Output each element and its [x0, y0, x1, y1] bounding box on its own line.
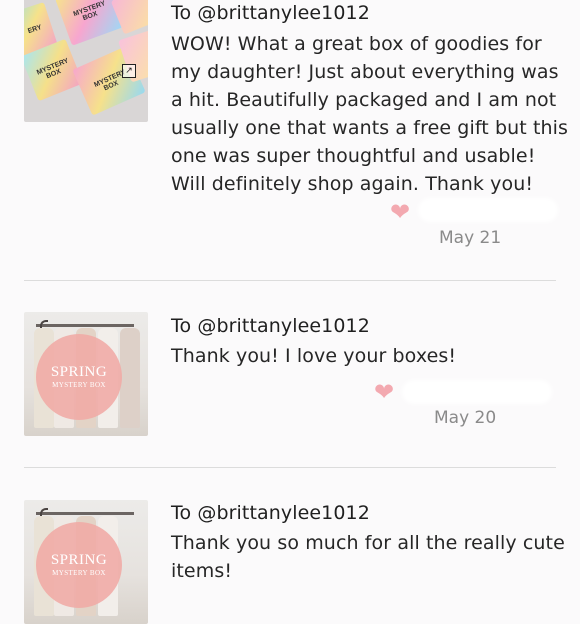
redacted-username: [418, 198, 558, 222]
review-message: Thank you so much for all the really cut…: [171, 532, 565, 582]
badge-subtitle: MYSTERY BOX: [52, 569, 106, 577]
redacted-username: [402, 380, 552, 404]
review-message: Thank you! I love your boxes!: [171, 345, 457, 367]
review-date: May 21: [439, 228, 502, 248]
badge-subtitle: MYSTERY BOX: [52, 381, 106, 389]
clothing-rack: [36, 512, 134, 515]
review-recipient[interactable]: To @brittanylee1012: [171, 502, 370, 524]
clothing-item: [120, 328, 140, 428]
divider: [24, 467, 556, 468]
review-thumbnail[interactable]: SPRING MYSTERY BOX: [24, 500, 148, 624]
expand-link-icon[interactable]: ↗: [122, 64, 136, 78]
heart-icon[interactable]: ❤: [374, 380, 394, 404]
divider: [24, 280, 556, 281]
review-thumbnail[interactable]: SPRING MYSTERY BOX: [24, 312, 148, 436]
heart-icon[interactable]: ❤: [390, 200, 410, 224]
spring-badge: SPRING MYSTERY BOX: [36, 334, 122, 420]
review-message: WOW! What a great box of goodies for my …: [171, 33, 569, 195]
badge-title: SPRING: [50, 364, 108, 380]
review-date: May 20: [434, 408, 497, 428]
badge-title: SPRING: [50, 552, 108, 568]
review-thumbnail[interactable]: ERY MYSTERY BOX MYSTERY BOX MYSTERY BOX …: [24, 0, 148, 122]
spring-badge: SPRING MYSTERY BOX: [36, 522, 122, 608]
review-recipient[interactable]: To @brittanylee1012: [171, 315, 370, 337]
box-label: MYSTERY BOX: [72, 0, 107, 23]
box-label: MYSTERY BOX: [35, 57, 70, 81]
clothing-rack: [36, 324, 134, 327]
review-recipient[interactable]: To @brittanylee1012: [171, 2, 370, 24]
box-label: ERY: [27, 24, 43, 36]
